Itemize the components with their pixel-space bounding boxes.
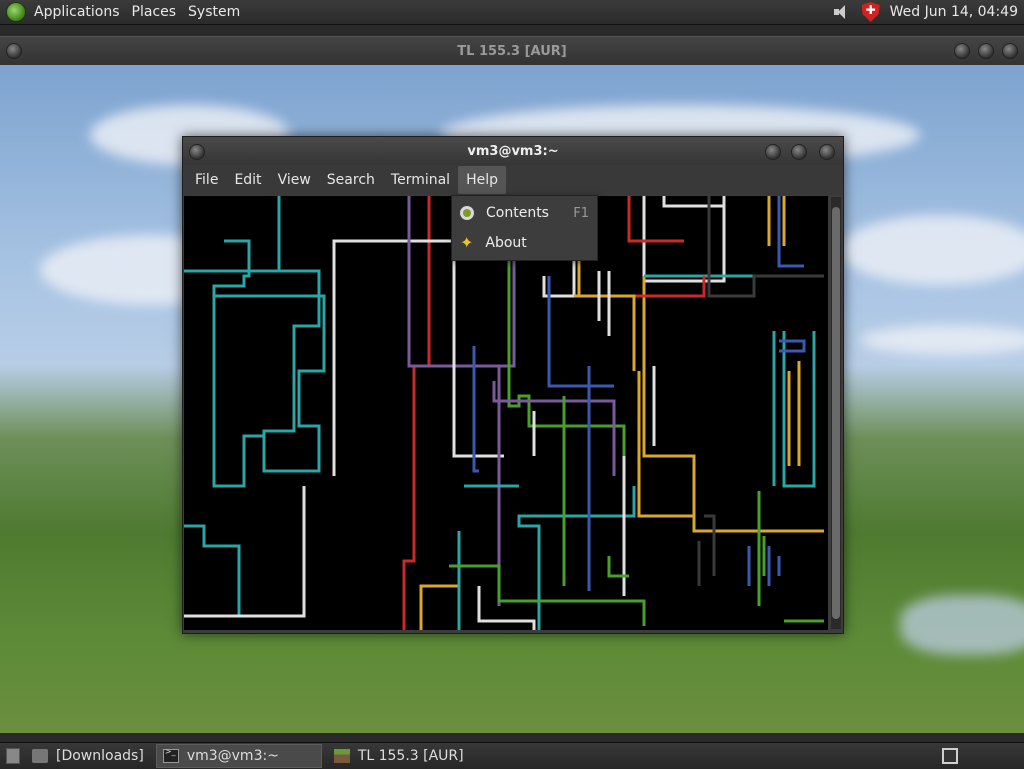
help-about-label: About: [485, 235, 527, 251]
pipe-segment: [184, 524, 279, 618]
menu-search[interactable]: Search: [319, 166, 383, 194]
menu-help[interactable]: Help: [458, 166, 506, 194]
pipe-segment: [707, 196, 824, 298]
scrollbar-thumb[interactable]: [832, 207, 840, 619]
help-contents-icon: [460, 206, 474, 220]
minecraft-icon: [333, 749, 350, 763]
terminal-title: vm3@vm3:~: [467, 143, 559, 159]
terminal-icon: [162, 747, 179, 763]
about-star-icon: ✦: [460, 233, 474, 252]
maximize-icon[interactable]: [978, 43, 994, 59]
pipe-segment: [697, 514, 716, 586]
help-contents-item[interactable]: Contents F1: [452, 198, 597, 228]
help-contents-label: Contents: [486, 205, 549, 221]
minimize-icon[interactable]: [954, 43, 970, 59]
menu-view[interactable]: View: [270, 166, 319, 194]
pipe-segment: [642, 276, 824, 533]
close-icon[interactable]: [1002, 43, 1018, 59]
top-panel: Applications Places System Wed Jun 14, 0…: [0, 0, 1024, 25]
task-terminal-label: vm3@vm3:~: [186, 748, 279, 764]
pipe-segment: [597, 271, 611, 336]
menu-file[interactable]: File: [187, 166, 226, 194]
pipe-segment: [627, 196, 684, 243]
task-downloads[interactable]: [Downloads]: [26, 745, 150, 767]
system-menu[interactable]: System: [184, 4, 244, 20]
pipe-segment: [184, 269, 326, 473]
pipes-animation: [184, 196, 824, 630]
places-menu[interactable]: Places: [128, 4, 181, 20]
pipe-segment: [477, 586, 536, 630]
terminal-close-icon[interactable]: [819, 144, 835, 160]
pipe-segment: [574, 294, 694, 518]
pipe-segment: [607, 556, 629, 578]
volume-icon[interactable]: [832, 4, 852, 20]
pipe-segment: [642, 196, 726, 283]
distro-logo-icon[interactable]: [6, 2, 26, 22]
pipe-segment: [589, 276, 706, 298]
terminal-scrollbar[interactable]: [831, 197, 841, 629]
pipe-segment: [419, 584, 459, 630]
security-shield-icon[interactable]: [861, 2, 880, 22]
panel-menu-bar: Applications Places System: [0, 0, 250, 25]
minecraft-titlebar[interactable]: TL 155.3 [AUR]: [0, 37, 1024, 65]
pipe-segment: [787, 361, 801, 466]
workspace-switcher-icon[interactable]: [942, 748, 958, 764]
menu-edit[interactable]: Edit: [226, 166, 269, 194]
task-terminal[interactable]: vm3@vm3:~: [155, 744, 322, 768]
terminal-window-menu-icon[interactable]: [189, 144, 205, 160]
pipe-segment: [184, 486, 306, 618]
pipe-segment: [547, 276, 614, 388]
pipe-segment: [184, 196, 281, 273]
task-minecraft-label: TL 155.3 [AUR]: [357, 748, 464, 764]
minecraft-window-title: TL 155.3 [AUR]: [457, 43, 567, 59]
pipe-segment: [767, 196, 786, 246]
task-downloads-label: [Downloads]: [56, 748, 144, 764]
pipe-segment: [332, 196, 456, 476]
window-menu-icon[interactable]: [6, 43, 22, 59]
menu-terminal[interactable]: Terminal: [383, 166, 458, 194]
pipe-segment: [457, 484, 519, 630]
pipe-segment: [452, 356, 504, 458]
task-minecraft[interactable]: TL 155.3 [AUR]: [328, 745, 470, 767]
folder-icon: [32, 749, 48, 763]
bottom-taskbar: [Downloads] vm3@vm3:~ TL 155.3 [AUR]: [0, 742, 1024, 769]
panel-tray: Wed Jun 14, 04:49: [832, 2, 1024, 22]
clock[interactable]: Wed Jun 14, 04:49: [890, 4, 1018, 20]
help-dropdown-menu: Contents F1 ✦ About: [451, 195, 598, 261]
show-desktop-icon[interactable]: [6, 748, 20, 764]
pipe-segment: [772, 331, 816, 488]
pipe-segment: [212, 239, 264, 488]
help-contents-shortcut: F1: [573, 205, 589, 221]
water-patch: [900, 595, 1024, 655]
terminal-menubar: File Edit View Search Terminal Help: [183, 165, 843, 195]
terminal-titlebar[interactable]: vm3@vm3:~: [183, 137, 843, 165]
pipe-segment: [507, 246, 626, 476]
terminal-output[interactable]: [184, 196, 828, 630]
terminal-minimize-icon[interactable]: [765, 144, 781, 160]
pipe-segment: [492, 381, 616, 476]
help-about-item[interactable]: ✦ About: [452, 228, 597, 258]
pipe-segment: [757, 491, 766, 606]
applications-menu[interactable]: Applications: [30, 4, 124, 20]
terminal-maximize-icon[interactable]: [791, 144, 807, 160]
pipe-segment: [517, 486, 636, 630]
pipe-segment: [662, 196, 724, 208]
